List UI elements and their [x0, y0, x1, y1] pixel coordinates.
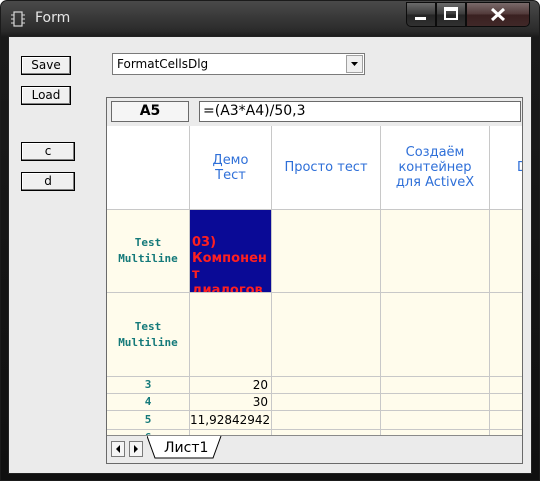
c-button[interactable]: c	[21, 142, 75, 161]
formula-bar[interactable]: =(A3*A4)/50,3	[199, 101, 521, 122]
row-header-5[interactable]: 5	[107, 411, 190, 430]
window-title: Form	[35, 10, 71, 26]
cell-r1c1-text: 03) Компонен т диалогов таблицы	[192, 235, 267, 293]
spreadsheet: A5 =(A3*A4)/50,3 Демо Тест Просто тест С…	[106, 97, 523, 464]
col-header-prosto[interactable]: Просто тест	[272, 126, 381, 210]
arrow-right-icon	[134, 445, 138, 453]
col-header-activex[interactable]: Создаём контейнер для ActiveX	[381, 126, 490, 210]
cell-r3c2[interactable]	[272, 377, 381, 394]
sheet-prev-button[interactable]	[111, 441, 125, 457]
format-combo[interactable]: FormatCellsDlg	[112, 53, 365, 75]
grid: Демо Тест Просто тест Создаём контейнер …	[107, 126, 522, 435]
cell-r4c2[interactable]	[272, 394, 381, 411]
sheet-tab-bar: Лист1	[107, 435, 522, 463]
cell-r4c3[interactable]	[381, 394, 490, 411]
title-bar[interactable]: Form	[1, 1, 539, 36]
cell-r3c4[interactable]	[490, 377, 522, 394]
form-window: Form Save Load c d FormatCellsDlg A5 =(A…	[0, 0, 540, 481]
cell-r5c1[interactable]: 11,92842942	[190, 411, 272, 430]
maximize-icon	[444, 7, 458, 20]
cell-r1c2[interactable]	[272, 210, 381, 293]
cell-r5c3[interactable]	[381, 411, 490, 430]
combo-value: FormatCellsDlg	[117, 57, 209, 71]
cell-r1c3[interactable]	[381, 210, 490, 293]
row-header-1[interactable]: Test Multiline	[107, 210, 190, 293]
cell-r3c1[interactable]: 20	[190, 377, 272, 394]
cell-r5c4[interactable]	[490, 411, 522, 430]
row-header-4[interactable]: 4	[107, 394, 190, 411]
minimize-button[interactable]	[406, 2, 436, 27]
close-button[interactable]	[466, 2, 530, 27]
cell-r2c2[interactable]	[272, 293, 381, 377]
cell-r3c3[interactable]	[381, 377, 490, 394]
row-header-2[interactable]: Test Multiline	[107, 293, 190, 377]
chevron-down-icon	[351, 62, 358, 66]
arrow-left-icon	[116, 445, 120, 453]
cell-r2c1[interactable]	[190, 293, 272, 377]
cell-r4c1[interactable]: 30	[190, 394, 272, 411]
minimize-icon	[415, 17, 426, 20]
combo-dropdown-button[interactable]	[346, 55, 363, 73]
row-header-3[interactable]: 3	[107, 377, 190, 394]
sheet-tab-lист1[interactable]: Лист1	[164, 440, 208, 456]
cell-r4c4[interactable]	[490, 394, 522, 411]
col-header-d[interactable]: D	[490, 126, 522, 210]
load-button[interactable]: Load	[21, 86, 71, 105]
sheet-next-button[interactable]	[129, 441, 143, 457]
cell-r2c3[interactable]	[381, 293, 490, 377]
corner-cell[interactable]	[107, 126, 190, 210]
cell-r1c4[interactable]	[490, 210, 522, 293]
close-icon	[490, 7, 506, 22]
cell-reference[interactable]: A5	[111, 101, 189, 122]
form-client-area: Save Load c d FormatCellsDlg A5 =(A3*A4)…	[8, 36, 532, 474]
d-button[interactable]: d	[21, 172, 75, 191]
app-icon	[11, 11, 25, 27]
cell-r5c2[interactable]	[272, 411, 381, 430]
save-button[interactable]: Save	[21, 56, 71, 75]
maximize-button[interactable]	[436, 2, 466, 27]
cell-r1c1[interactable]: 03) Компонен т диалогов таблицы	[190, 210, 272, 293]
col-header-demo[interactable]: Демо Тест	[190, 126, 272, 210]
cell-r2c4[interactable]	[490, 293, 522, 377]
